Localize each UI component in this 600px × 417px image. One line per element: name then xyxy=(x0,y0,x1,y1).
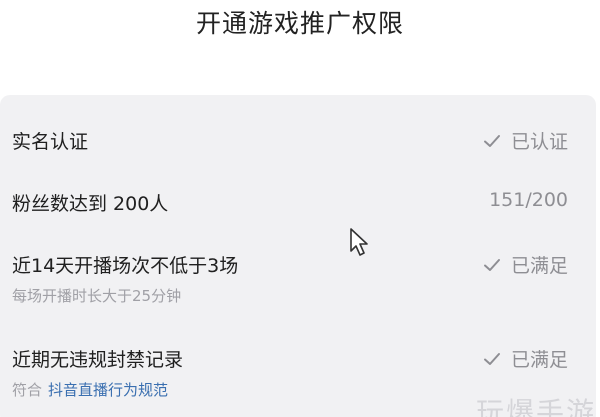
requirement-label: 实名认证 xyxy=(12,131,89,153)
requirement-row-real-name: 实名认证 已认证 xyxy=(12,127,568,157)
requirement-status-text: 151/200 xyxy=(489,189,568,211)
requirement-status: 已认证 xyxy=(483,127,568,154)
check-icon xyxy=(483,134,500,147)
requirement-subtext-prefix: 符合 xyxy=(12,381,43,399)
page-title: 开通游戏推广权限 xyxy=(195,9,404,38)
requirement-status-text: 已满足 xyxy=(510,255,568,277)
game-promotion-permission-page: 开通游戏推广权限 实名认证 已认证 粉丝数达到 200人 151/200 近14… xyxy=(0,0,600,417)
requirement-status: 已满足 xyxy=(483,345,568,372)
requirement-subtext: 每场开播时长大于25分钟 xyxy=(12,287,182,305)
requirement-subtext: 符合 抖音直播行为规范 xyxy=(12,379,168,400)
requirement-label: 近期无违规封禁记录 xyxy=(12,349,184,371)
requirement-status-text: 已认证 xyxy=(510,131,568,153)
check-icon xyxy=(483,352,500,365)
requirement-label: 粉丝数达到 200人 xyxy=(12,193,169,215)
requirement-row-followers: 粉丝数达到 200人 151/200 xyxy=(12,189,568,219)
check-icon xyxy=(483,258,500,271)
behavior-guidelines-link[interactable]: 抖音直播行为规范 xyxy=(48,381,168,399)
requirements-card: 实名认证 已认证 粉丝数达到 200人 151/200 近14天开播场次不低于3… xyxy=(0,95,596,417)
requirement-status: 已满足 xyxy=(483,251,568,278)
requirement-row-live-sessions: 近14天开播场次不低于3场 已满足 每场开播时长大于25分钟 xyxy=(12,251,568,311)
mouse-cursor-icon xyxy=(350,228,368,256)
requirement-label: 近14天开播场次不低于3场 xyxy=(12,255,239,277)
requirement-progress: 151/200 xyxy=(489,189,568,211)
requirement-status-text: 已满足 xyxy=(510,349,568,371)
watermark: 玩爆手游 xyxy=(475,396,596,417)
